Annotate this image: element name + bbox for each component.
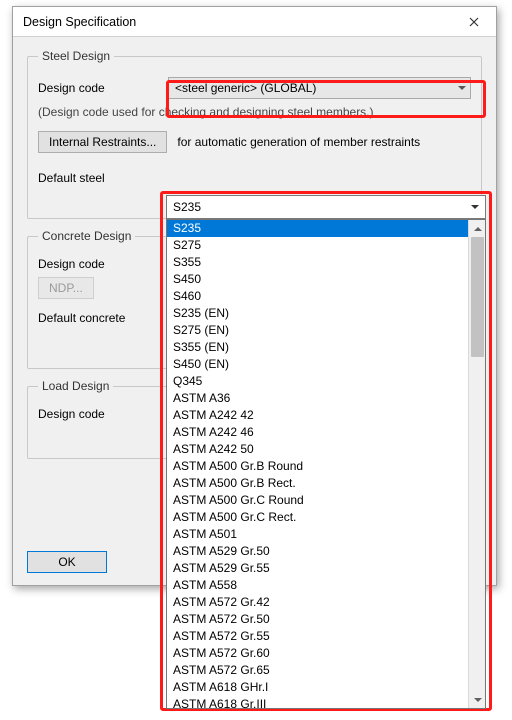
steel-design-code-hint: (Design code used for checking and desig… — [38, 105, 471, 119]
steel-design-code-combo[interactable]: <steel generic> (GLOBAL) — [168, 77, 471, 99]
steel-design-code-value: <steel generic> (GLOBAL) — [175, 81, 316, 95]
scroll-up-icon[interactable] — [469, 220, 486, 237]
steel-design-group: Steel Design Design code <steel generic>… — [27, 49, 482, 219]
default-steel-dropdown[interactable]: S235S275S355S450S460S235 (EN)S275 (EN)S3… — [166, 219, 486, 709]
default-steel-combo[interactable]: S235 — [166, 195, 486, 219]
dropdown-option[interactable]: ASTM A529 Gr.55 — [167, 560, 468, 577]
dropdown-option[interactable]: S275 — [167, 237, 468, 254]
titlebar[interactable]: Design Specification — [13, 7, 496, 37]
dropdown-option[interactable]: ASTM A500 Gr.C Round — [167, 492, 468, 509]
dropdown-option[interactable]: S355 (EN) — [167, 339, 468, 356]
dropdown-option[interactable]: ASTM A618 GHr.I — [167, 679, 468, 696]
default-steel-label: Default steel — [38, 171, 158, 185]
close-icon — [469, 17, 479, 27]
dropdown-option[interactable]: S355 — [167, 254, 468, 271]
dropdown-option[interactable]: S450 — [167, 271, 468, 288]
load-design-code-label: Design code — [38, 407, 158, 421]
dropdown-option[interactable]: S235 (EN) — [167, 305, 468, 322]
scroll-thumb[interactable] — [471, 237, 484, 357]
concrete-design-legend: Concrete Design — [38, 229, 135, 243]
dropdown-option[interactable]: ASTM A500 Gr.B Round — [167, 458, 468, 475]
window-title: Design Specification — [23, 15, 454, 29]
dropdown-option[interactable]: ASTM A242 46 — [167, 424, 468, 441]
concrete-design-code-label: Design code — [38, 257, 158, 271]
dropdown-option[interactable]: Q345 — [167, 373, 468, 390]
dropdown-option[interactable]: ASTM A572 Gr.60 — [167, 645, 468, 662]
internal-restraints-hint: for automatic generation of member restr… — [177, 135, 420, 149]
load-design-legend: Load Design — [38, 379, 113, 393]
dropdown-option[interactable]: ASTM A572 Gr.42 — [167, 594, 468, 611]
dropdown-scrollbar[interactable] — [468, 220, 485, 708]
dropdown-option[interactable]: ASTM A242 50 — [167, 441, 468, 458]
dropdown-option[interactable]: ASTM A558 — [167, 577, 468, 594]
ndp-button[interactable]: NDP... — [38, 277, 94, 299]
dropdown-option[interactable]: ASTM A572 Gr.55 — [167, 628, 468, 645]
close-button[interactable] — [454, 8, 494, 36]
dropdown-option[interactable]: ASTM A500 Gr.B Rect. — [167, 475, 468, 492]
ok-button[interactable]: OK — [27, 551, 107, 573]
chevron-down-icon — [458, 86, 466, 90]
internal-restraints-button[interactable]: Internal Restraints... — [38, 131, 167, 153]
dropdown-option[interactable]: ASTM A36 — [167, 390, 468, 407]
dropdown-option[interactable]: S235 — [167, 220, 468, 237]
dropdown-option[interactable]: ASTM A500 Gr.C Rect. — [167, 509, 468, 526]
dropdown-option[interactable]: ASTM A242 42 — [167, 407, 468, 424]
default-steel-value: S235 — [173, 200, 201, 214]
dropdown-option[interactable]: ASTM A572 Gr.65 — [167, 662, 468, 679]
dropdown-option[interactable]: ASTM A618 Gr.III — [167, 696, 468, 708]
dropdown-option[interactable]: ASTM A501 — [167, 526, 468, 543]
scroll-down-icon[interactable] — [469, 691, 486, 708]
dropdown-option[interactable]: S460 — [167, 288, 468, 305]
dropdown-option[interactable]: ASTM A529 Gr.50 — [167, 543, 468, 560]
dropdown-option[interactable]: S275 (EN) — [167, 322, 468, 339]
dropdown-option[interactable]: ASTM A572 Gr.50 — [167, 611, 468, 628]
steel-design-legend: Steel Design — [38, 49, 114, 63]
chevron-down-icon — [471, 205, 479, 209]
design-code-label: Design code — [38, 81, 158, 95]
dropdown-option[interactable]: S450 (EN) — [167, 356, 468, 373]
default-concrete-label: Default concrete — [38, 311, 178, 325]
